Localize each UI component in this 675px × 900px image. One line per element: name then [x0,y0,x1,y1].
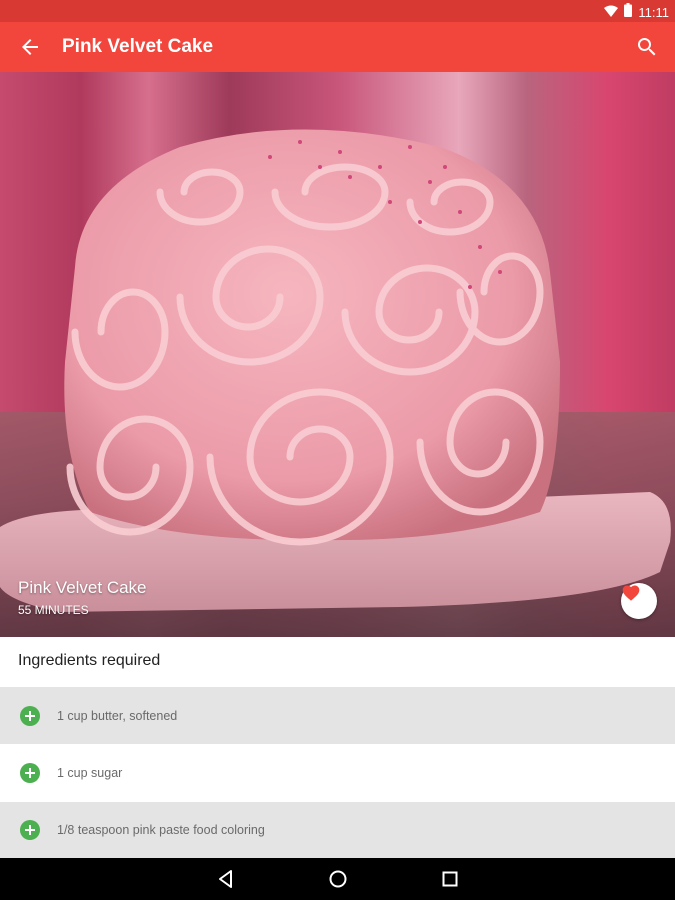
add-circle-icon[interactable] [20,762,40,783]
cake-illustration [0,129,675,637]
favorite-button[interactable] [621,583,657,619]
section-title: Ingredients required [18,652,161,669]
search-icon[interactable] [635,35,659,59]
add-circle-icon[interactable] [20,705,40,726]
hero-caption: Pink Velvet Cake 55 MINUTES [18,577,147,619]
ingredient-list: 1 cup butter, softened 1 cup sugar 1/8 t… [0,687,675,859]
ingredient-text: 1 cup butter, softened [57,708,178,723]
recents-square-icon[interactable] [438,867,462,891]
recipe-title: Pink Velvet Cake [18,578,147,597]
list-item[interactable]: 1/8 teaspoon pink paste food coloring [0,801,675,859]
ingredient-text: 1/8 teaspoon pink paste food coloring [57,823,265,838]
status-bar: 11:11 [0,0,675,22]
recipe-hero-image: Pink Velvet Cake 55 MINUTES [0,72,675,637]
ingredient-text: 1 cup sugar [57,765,123,780]
back-triangle-icon[interactable] [214,867,238,891]
app-bar: Pink Velvet Cake [0,22,675,72]
wifi-icon [604,4,619,22]
recipe-duration: 55 MINUTES [18,603,89,617]
back-arrow-icon[interactable] [18,35,42,59]
status-icons: 11:11 [604,3,669,22]
home-circle-icon[interactable] [326,867,350,891]
page-title: Pink Velvet Cake [62,36,214,57]
list-item[interactable]: 1 cup butter, softened [0,687,675,745]
list-item[interactable]: 1 cup sugar [0,744,675,802]
ingredients-header: Ingredients required [0,637,675,687]
status-time: 11:11 [638,4,669,20]
add-circle-icon[interactable] [20,820,40,841]
battery-icon [624,3,633,22]
system-nav-bar [0,858,675,900]
